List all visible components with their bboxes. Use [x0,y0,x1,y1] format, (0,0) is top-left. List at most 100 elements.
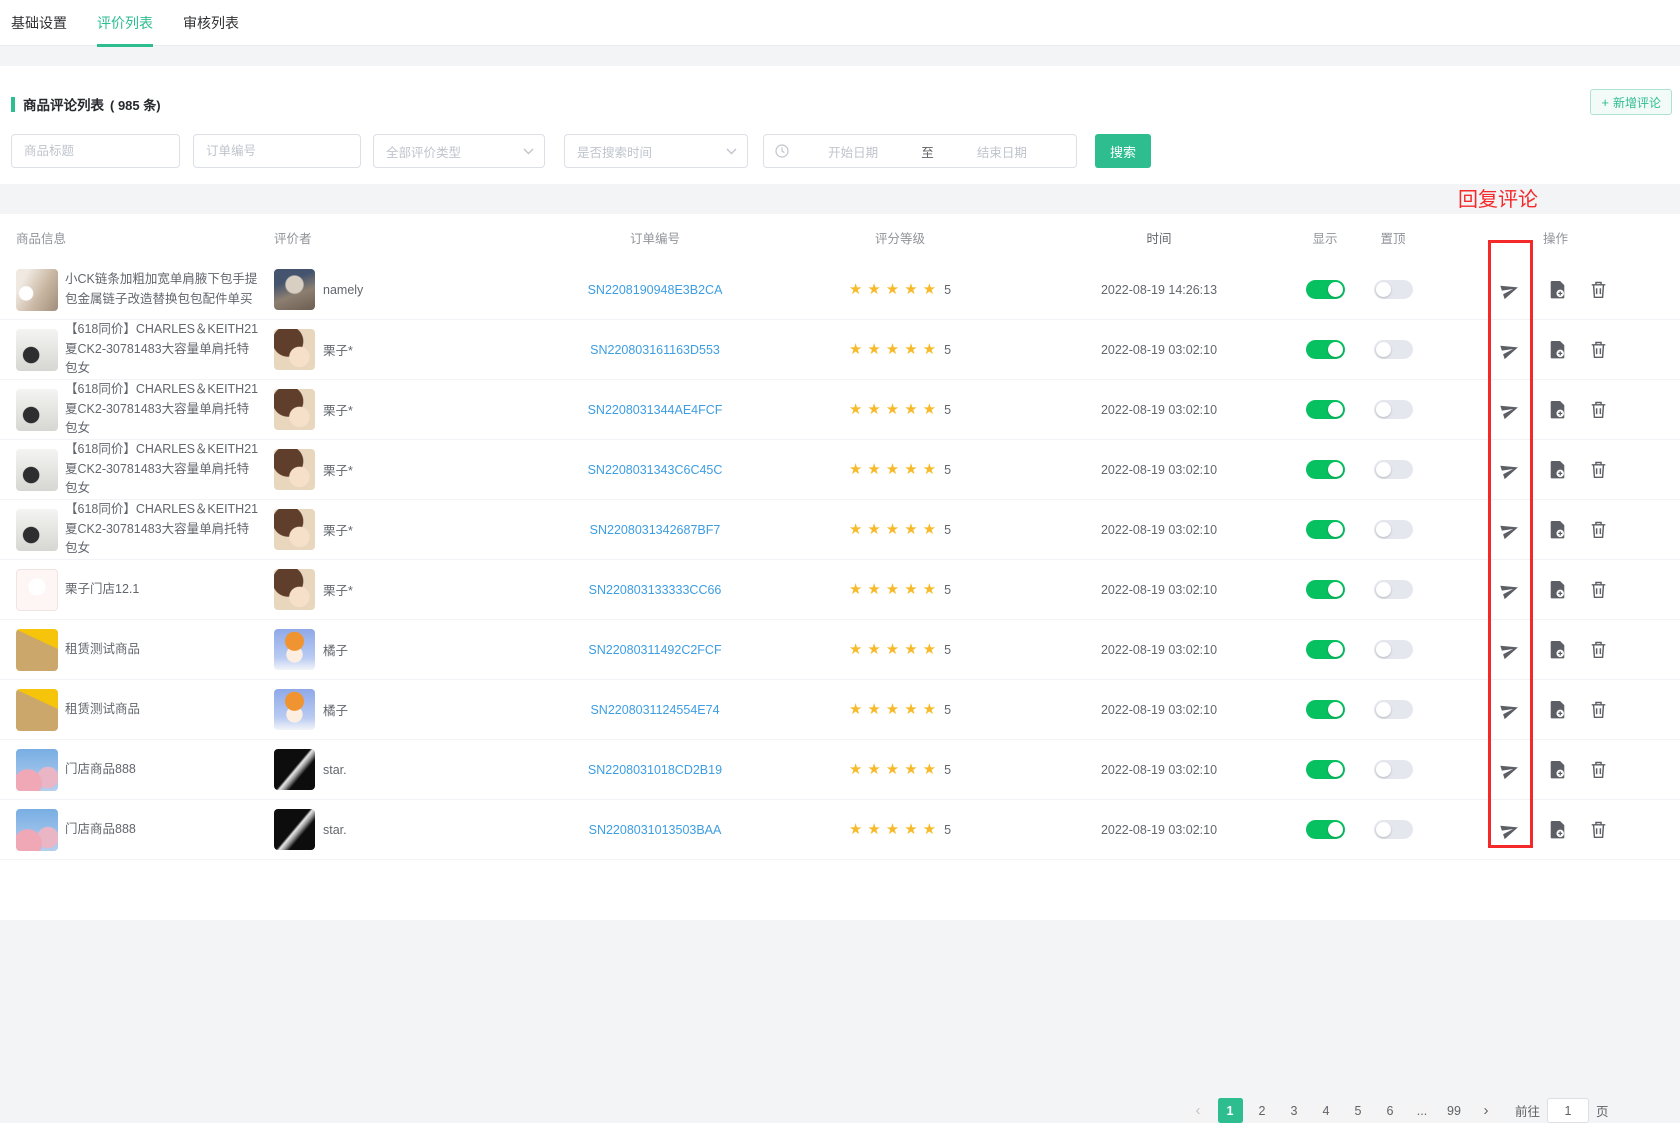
tab-评价列表[interactable]: 评价列表 [97,0,153,46]
product-cell: 【618同价】CHARLES＆KEITH21夏CK2-30781483大容量单肩… [16,380,261,439]
review-type-select[interactable]: 全部评价类型 [373,134,545,168]
show-toggle[interactable] [1306,580,1345,599]
page-button-99[interactable]: 99 [1442,1098,1467,1123]
document-add-button[interactable] [1542,440,1572,499]
tab-审核列表[interactable]: 审核列表 [183,0,239,46]
order-cell: SN22080311492C2FCF [540,620,770,679]
order-number-link[interactable]: SN2208031018CD2B19 [588,763,722,777]
document-add-button[interactable] [1542,740,1572,799]
goto-page: 前往页 [1515,1098,1609,1123]
delete-button[interactable] [1583,380,1613,439]
next-page-button[interactable]: › [1474,1098,1499,1123]
page-button-1[interactable]: 1 [1218,1098,1243,1123]
order-number-link[interactable]: SN220803133333CC66 [589,583,722,597]
show-toggle[interactable] [1306,760,1345,779]
pin-cell [1368,320,1418,379]
show-toggle[interactable] [1306,460,1345,479]
show-toggle[interactable] [1306,280,1345,299]
pin-toggle[interactable] [1374,700,1413,719]
delete-button[interactable] [1583,560,1613,619]
document-add-button[interactable] [1542,260,1572,319]
document-add-button[interactable] [1542,560,1572,619]
show-toggle[interactable] [1306,340,1345,359]
reply-button[interactable] [1495,380,1525,439]
order-number-link[interactable]: SN2208031343C6C45C [588,463,723,477]
document-add-button[interactable] [1542,320,1572,379]
toggle-knob [1328,582,1343,597]
toggle-knob [1376,702,1391,717]
page-button-4[interactable]: 4 [1314,1098,1339,1123]
product-title-input[interactable] [11,134,180,168]
pin-toggle[interactable] [1374,580,1413,599]
search-button[interactable]: 搜索 [1095,134,1151,168]
document-add-button[interactable] [1542,620,1572,679]
reviewer-avatar [274,269,315,310]
reply-button[interactable] [1495,440,1525,499]
order-number-link[interactable]: SN2208190948E3B2CA [588,283,723,297]
reply-button[interactable] [1495,740,1525,799]
pin-toggle[interactable] [1374,760,1413,779]
document-add-button[interactable] [1542,380,1572,439]
paper-plane-icon [1497,637,1522,662]
add-review-button[interactable]: + 新增评论 [1590,89,1672,115]
delete-button[interactable] [1583,260,1613,319]
delete-button[interactable] [1583,620,1613,679]
order-number-link[interactable]: SN2208031342687BF7 [590,523,721,537]
pin-toggle[interactable] [1374,280,1413,299]
pin-toggle[interactable] [1374,460,1413,479]
reply-button[interactable] [1495,800,1525,859]
pin-toggle[interactable] [1374,400,1413,419]
chevron-down-icon [726,148,737,155]
trash-icon [1590,820,1607,839]
goto-page-input[interactable] [1547,1098,1589,1123]
reply-button[interactable] [1495,560,1525,619]
show-toggle[interactable] [1306,520,1345,539]
order-number-link[interactable]: SN220803161163D553 [590,343,720,357]
reviewer-name: 栗子* [323,400,353,419]
reviewer-cell: star. [274,800,424,859]
page-button-...[interactable]: ... [1410,1098,1435,1123]
delete-button[interactable] [1583,440,1613,499]
delete-button[interactable] [1583,320,1613,379]
page-button-2[interactable]: 2 [1250,1098,1275,1123]
reply-button[interactable] [1495,620,1525,679]
date-range-picker[interactable]: 开始日期 至 结束日期 [763,134,1077,168]
pin-toggle[interactable] [1374,340,1413,359]
show-toggle[interactable] [1306,400,1345,419]
tab-基础设置[interactable]: 基础设置 [11,0,67,46]
order-number-link[interactable]: SN2208031124554E74 [590,703,719,717]
page-button-6[interactable]: 6 [1378,1098,1403,1123]
order-number-link[interactable]: SN22080311492C2FCF [588,643,721,657]
table-row: 【618同价】CHARLES＆KEITH21夏CK2-30781483大容量单肩… [0,440,1680,500]
paper-plane-icon [1497,697,1522,722]
order-number-link[interactable]: SN2208031013503BAA [589,823,722,837]
document-add-button[interactable] [1542,680,1572,739]
order-number-input[interactable] [193,134,361,168]
pin-toggle[interactable] [1374,820,1413,839]
page-button-5[interactable]: 5 [1346,1098,1371,1123]
show-toggle[interactable] [1306,820,1345,839]
document-add-button[interactable] [1542,500,1572,559]
show-toggle[interactable] [1306,640,1345,659]
page-button-3[interactable]: 3 [1282,1098,1307,1123]
reply-button[interactable] [1495,320,1525,379]
prev-page-button[interactable]: ‹ [1186,1098,1211,1123]
pin-toggle[interactable] [1374,640,1413,659]
order-number-link[interactable]: SN2208031344AE4FCF [588,403,723,417]
document-add-button[interactable] [1542,800,1572,859]
reply-button[interactable] [1495,260,1525,319]
delete-button[interactable] [1583,500,1613,559]
delete-button[interactable] [1583,680,1613,739]
reply-button[interactable] [1495,500,1525,559]
product-cell: 【618同价】CHARLES＆KEITH21夏CK2-30781483大容量单肩… [16,440,261,499]
product-name: 【618同价】CHARLES＆KEITH21夏CK2-30781483大容量单肩… [65,500,261,558]
reply-button[interactable] [1495,680,1525,739]
product-cell: 门店商品888 [16,740,261,799]
show-toggle[interactable] [1306,700,1345,719]
delete-button[interactable] [1583,800,1613,859]
order-cell: SN220803161163D553 [540,320,770,379]
search-time-select[interactable]: 是否搜索时间 [564,134,748,168]
reply-annotation-label: 回复评论 [1458,183,1538,212]
delete-button[interactable] [1583,740,1613,799]
pin-toggle[interactable] [1374,520,1413,539]
